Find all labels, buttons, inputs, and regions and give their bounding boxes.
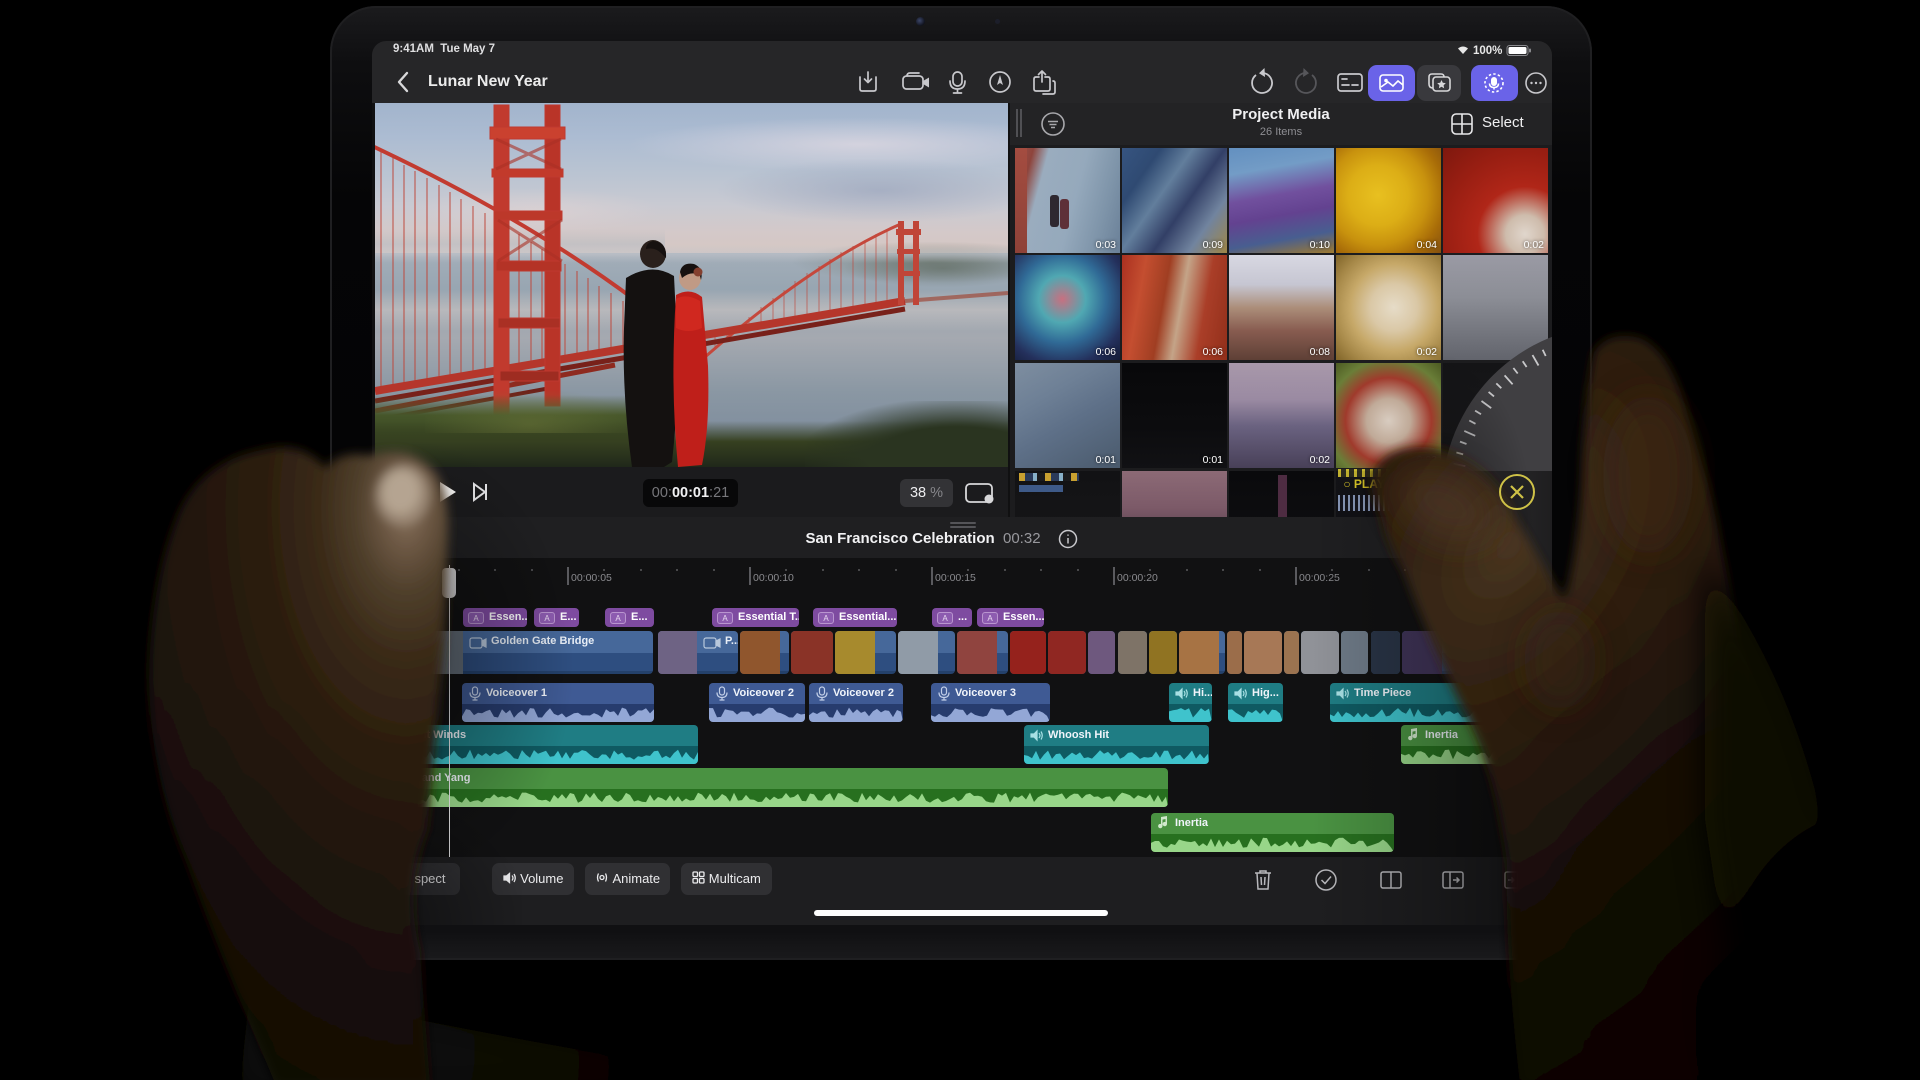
svg-text:100%: 100% (1473, 45, 1502, 57)
